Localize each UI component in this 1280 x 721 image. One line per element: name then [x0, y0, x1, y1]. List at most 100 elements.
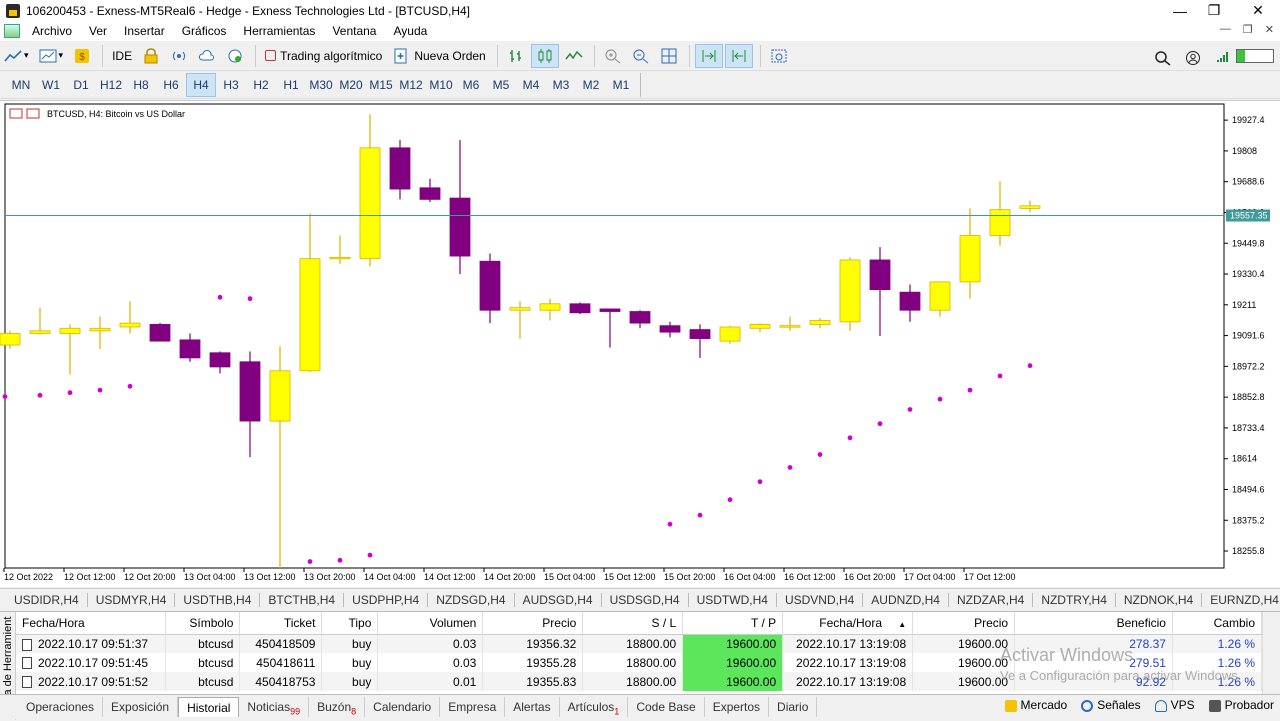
algo-trading-button[interactable]: Trading algorítmico: [261, 44, 386, 68]
timeframe-h6[interactable]: H6: [156, 73, 186, 97]
ide-button[interactable]: IDE: [108, 44, 136, 68]
timeframe-m5[interactable]: M5: [486, 73, 516, 97]
new-order-button[interactable]: Nueva Orden: [388, 44, 489, 68]
column-header[interactable]: Beneficio: [1014, 612, 1173, 635]
timeframe-h12[interactable]: H12: [96, 73, 126, 97]
tab-calendario[interactable]: Calendario: [365, 697, 441, 717]
screenshot-button[interactable]: [766, 44, 792, 68]
column-header[interactable]: S / L: [582, 612, 684, 635]
tab-expertos[interactable]: Expertos: [705, 697, 770, 717]
tab-historial[interactable]: Historial: [178, 697, 240, 717]
tab-operaciones[interactable]: Operaciones: [18, 697, 104, 717]
timeframe-m6[interactable]: M6: [456, 73, 486, 97]
timeframe-h4[interactable]: H4: [186, 72, 216, 97]
tab-alertas[interactable]: Alertas: [505, 697, 560, 717]
menu-ver[interactable]: Ver: [83, 24, 118, 38]
symbol-tab[interactable]: BTCTHB,H4: [260, 592, 345, 607]
menu-herramientas[interactable]: Herramientas: [237, 24, 326, 38]
tab-art-culos[interactable]: Artículos1: [560, 697, 629, 717]
symbol-tab[interactable]: AUDNZD,H4: [863, 592, 949, 607]
profiles-button[interactable]: ▾: [35, 44, 68, 68]
new-chart-button[interactable]: ▾: [0, 44, 33, 68]
close-button[interactable]: ✕: [1236, 0, 1280, 21]
table-row[interactable]: 2022.10.17 09:51:52 btcusd 450418753 buy 0.0…: [16, 672, 1263, 691]
vps-link[interactable]: VPS: [1154, 698, 1195, 712]
chart-shift-button[interactable]: [724, 43, 753, 68]
symbol-tab[interactable]: NZDNOK,H4: [1116, 592, 1203, 607]
signals-button[interactable]: [166, 44, 192, 68]
tab-diario[interactable]: Diario: [769, 697, 818, 717]
candlestick-button[interactable]: [530, 43, 559, 68]
timeframe-h1[interactable]: H1: [276, 73, 306, 97]
column-header[interactable]: Tipo: [321, 612, 379, 635]
child-minimize-icon[interactable]: —: [1220, 23, 1231, 36]
tab-code-base[interactable]: Code Base: [628, 697, 705, 717]
symbol-tab[interactable]: USDPHP,H4: [344, 592, 429, 607]
menu-insertar[interactable]: Insertar: [118, 24, 176, 38]
timeframe-mn[interactable]: MN: [6, 73, 36, 97]
account-button[interactable]: [1180, 46, 1206, 70]
timeframe-w1[interactable]: W1: [36, 73, 66, 97]
timeframe-m3[interactable]: M3: [546, 73, 576, 97]
column-header[interactable]: T / P: [682, 612, 784, 635]
timeframe-m12[interactable]: M12: [396, 73, 426, 97]
maximize-button[interactable]: ❐: [1192, 0, 1236, 21]
timeframe-h3[interactable]: H3: [216, 73, 246, 97]
child-restore-icon[interactable]: ❐: [1243, 23, 1253, 36]
table-row[interactable]: 2022.10.17 09:51:45 btcusd 450418611 buy 0.0…: [16, 653, 1263, 672]
menu-ventana[interactable]: Ventana: [326, 24, 387, 38]
timeframe-h8[interactable]: H8: [126, 73, 156, 97]
strategy-tester-button[interactable]: [138, 44, 164, 68]
symbol-tab[interactable]: USDTHB,H4: [175, 592, 261, 607]
symbol-tab[interactable]: USDMYR,H4: [88, 592, 176, 607]
timeframe-h2[interactable]: H2: [246, 73, 276, 97]
tab-empresa[interactable]: Empresa: [440, 697, 506, 717]
timeframe-m10[interactable]: M10: [426, 73, 456, 97]
timeframe-m4[interactable]: M4: [516, 73, 546, 97]
column-header[interactable]: Volumen: [377, 612, 484, 635]
symbol-tab[interactable]: EURNZD,H4: [1202, 593, 1280, 607]
table-row[interactable]: 2022.10.17 09:51:37 btcusd 450418509 buy 0.0…: [16, 634, 1263, 653]
symbol-tab[interactable]: USDIDR,H4: [6, 592, 88, 607]
column-header[interactable]: Fecha/Hora: [16, 612, 167, 635]
column-header[interactable]: Ticket: [239, 612, 323, 635]
column-header[interactable]: Fecha/Hora ▲: [782, 612, 914, 635]
timeframe-d1[interactable]: D1: [66, 73, 96, 97]
symbol-tab[interactable]: NZDTRY,H4: [1033, 592, 1116, 607]
timeframe-m1[interactable]: M1: [606, 73, 636, 97]
tab-noticias[interactable]: Noticias99: [239, 697, 310, 717]
timeframe-m2[interactable]: M2: [576, 73, 606, 97]
tester-link[interactable]: Probador: [1208, 698, 1274, 712]
symbol-tab[interactable]: USDVND,H4: [777, 592, 864, 607]
symbol-tab[interactable]: NZDSGD,H4: [428, 592, 515, 607]
symbol-tab[interactable]: NZDZAR,H4: [949, 592, 1034, 607]
symbol-tab[interactable]: USDTWD,H4: [689, 592, 777, 607]
market-watch-button[interactable]: $: [69, 44, 95, 68]
vps-globe-button[interactable]: [222, 44, 248, 68]
tab-exposici-n[interactable]: Exposición: [103, 697, 179, 717]
child-close-icon[interactable]: ✕: [1265, 23, 1274, 36]
column-header[interactable]: Símbolo: [165, 612, 241, 635]
zoom-in-button[interactable]: [600, 44, 626, 68]
market-link[interactable]: Mercado: [1004, 698, 1067, 712]
column-header[interactable]: Cambio: [1172, 612, 1263, 635]
column-header[interactable]: Precio: [482, 612, 584, 635]
column-header[interactable]: Precio: [912, 612, 1016, 635]
tile-windows-button[interactable]: [656, 44, 682, 68]
menu-archivo[interactable]: Archivo: [26, 24, 83, 38]
timeframe-m30[interactable]: M30: [306, 73, 336, 97]
price-chart[interactable]: BTCUSD, H4: Bitcoin vs US Dollar 19927.4 1…: [0, 101, 1280, 588]
timeframe-m15[interactable]: M15: [366, 73, 396, 97]
symbol-tab[interactable]: AUDSGD,H4: [515, 592, 602, 607]
cloud-button[interactable]: [194, 44, 220, 68]
tab-buz-n[interactable]: Buzón8: [309, 697, 366, 717]
signals-link[interactable]: Señales: [1081, 698, 1141, 712]
symbol-tab[interactable]: USDSGD,H4: [602, 592, 689, 607]
autoscroll-button[interactable]: [694, 43, 723, 68]
timeframe-m20[interactable]: M20: [336, 73, 366, 97]
search-button[interactable]: [1150, 46, 1176, 70]
chart-window[interactable]: BTCUSD, H4: Bitcoin vs US Dollar 19927.4 1…: [0, 100, 1280, 587]
menu-graficos[interactable]: Gráficos: [176, 24, 238, 38]
history-scrollbar[interactable]: [1262, 612, 1280, 695]
line-chart-button[interactable]: [561, 44, 587, 68]
